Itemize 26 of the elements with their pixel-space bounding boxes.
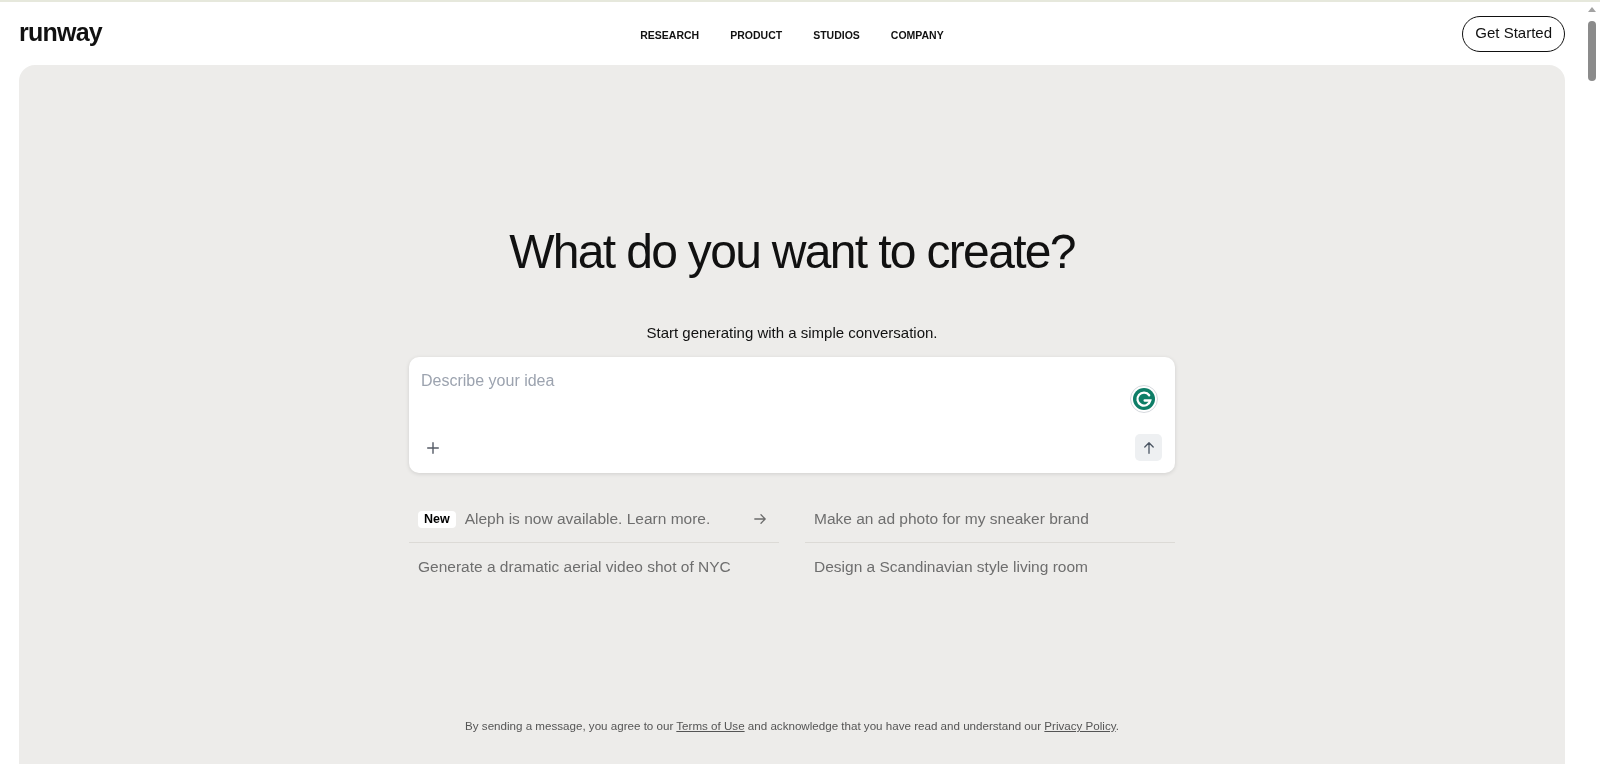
scroll-up-icon[interactable]	[1588, 7, 1596, 12]
arrow-up-icon	[1143, 441, 1154, 454]
plus-icon	[427, 442, 439, 454]
nav-link[interactable]: COMPANY	[890, 27, 944, 44]
terms-of-use-link[interactable]: Terms of Use	[676, 719, 745, 732]
add-button[interactable]	[425, 440, 441, 456]
suggestion-prompt[interactable]: Design a Scandinavian style living room	[805, 543, 1175, 590]
suggestion-prompt[interactable]: Make an ad photo for my sneaker brand	[805, 496, 1175, 543]
g-badge-icon[interactable]	[1130, 385, 1158, 413]
new-badge: New	[418, 510, 456, 528]
suggestion-prompt[interactable]: Generate a dramatic aerial video shot of NYC	[409, 543, 779, 590]
terms-notice: By sending a message, you agree to our Terms of Use and acknowledge that you have read and understand our Privacy Policy.	[465, 718, 1119, 734]
prompt-box[interactable]: Describe your idea	[409, 357, 1175, 473]
privacy-policy-link[interactable]: Privacy Policy	[1044, 719, 1116, 732]
scrollbar-thumb[interactable]	[1588, 21, 1596, 81]
nav-link[interactable]: PRODUCT	[730, 27, 783, 44]
prompt-field[interactable]: Describe your idea	[409, 357, 1109, 421]
nav-link[interactable]: STUDIOS	[813, 27, 860, 44]
arrow-right-icon	[754, 514, 766, 524]
hero-subtitle: Start generating with a simple conversation.	[646, 323, 938, 343]
announcement-text: Aleph is now available. Learn more.	[464, 509, 712, 530]
hero-title: What do you want to create?	[509, 224, 1075, 280]
logo[interactable]: runway	[19, 19, 103, 45]
send-button[interactable]	[1135, 434, 1162, 461]
announcement-link[interactable]: New Aleph is now available. Learn more.	[409, 496, 779, 543]
nav-link[interactable]: RESEARCH	[640, 27, 700, 44]
